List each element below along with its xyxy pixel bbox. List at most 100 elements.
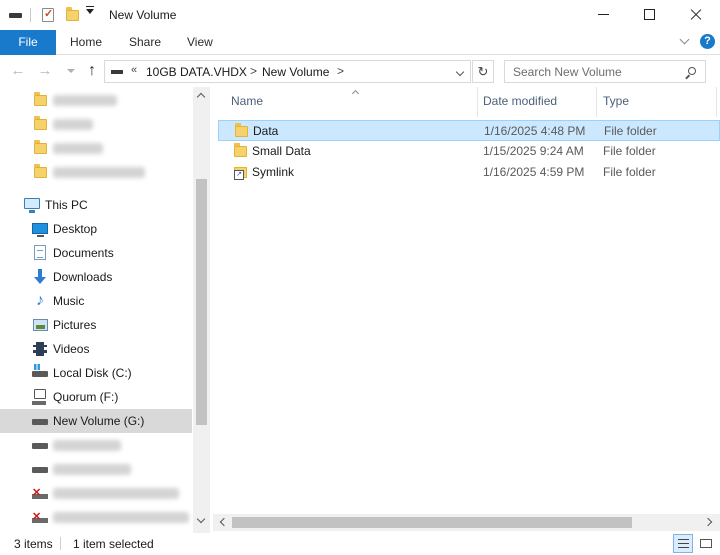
address-bar[interactable]: « 10GB DATA.VHDX > New Volume > <box>104 60 471 83</box>
search-input[interactable]: Search New Volume <box>504 60 706 83</box>
address-history-chevron-icon[interactable] <box>457 69 465 77</box>
scrollbar-thumb[interactable] <box>196 179 207 425</box>
quick-access-item[interactable] <box>0 88 192 112</box>
folder-icon <box>234 123 250 138</box>
tab-view[interactable]: View <box>187 30 213 55</box>
recent-locations-dropdown[interactable] <box>67 69 75 73</box>
breadcrumb-separator[interactable]: > <box>250 64 257 78</box>
column-divider[interactable] <box>716 87 717 117</box>
folder-icon <box>32 140 48 156</box>
documents-icon <box>32 245 48 261</box>
toolbar-divider <box>30 8 31 22</box>
sidebar-item-label: Documents <box>53 246 114 260</box>
sidebar-item-disconnected-drive[interactable] <box>0 481 192 505</box>
quick-access-item[interactable] <box>0 160 192 184</box>
drive-icon <box>32 461 48 477</box>
properties-icon[interactable]: ✓ <box>41 7 55 23</box>
breadcrumb-separator[interactable]: > <box>337 64 344 78</box>
minimize-button[interactable] <box>581 0 627 30</box>
sidebar-item-label: Desktop <box>53 222 98 236</box>
scrollbar-thumb[interactable] <box>232 517 632 528</box>
sidebar-item-local-disk[interactable]: Local Disk (C:) <box>0 361 192 385</box>
sidebar-item-videos[interactable]: Videos <box>0 337 192 361</box>
scroll-left-arrow-icon[interactable] <box>218 518 226 526</box>
column-divider[interactable] <box>477 87 478 117</box>
sidebar-item-downloads[interactable]: Downloads <box>0 265 192 289</box>
sidebar-item-new-volume[interactable]: New Volume (G:) <box>0 409 192 433</box>
sidebar-item-quorum[interactable]: Quorum (F:) <box>0 385 192 409</box>
up-button[interactable]: ↑ <box>84 63 100 79</box>
navigation-scrollbar[interactable] <box>193 87 210 534</box>
sidebar-item-drive[interactable] <box>0 433 192 457</box>
redacted-label <box>53 167 145 178</box>
new-folder-icon[interactable] <box>64 7 80 23</box>
scroll-right-arrow-icon[interactable] <box>705 518 713 526</box>
sidebar-item-pictures[interactable]: Pictures <box>0 313 192 337</box>
large-icons-view-icon[interactable] <box>697 535 715 552</box>
column-header-name[interactable]: Name <box>231 94 263 108</box>
quick-access-item[interactable] <box>0 136 192 160</box>
sidebar-item-this-pc[interactable]: This PC <box>0 193 192 217</box>
forward-button[interactable]: → <box>37 63 53 79</box>
folder-icon <box>32 164 48 180</box>
drive-icon <box>32 413 48 429</box>
file-date: 1/16/2025 4:59 PM <box>483 165 585 179</box>
search-icon[interactable] <box>685 67 696 80</box>
refresh-button[interactable]: ↻ <box>472 60 494 83</box>
breadcrumb-segment[interactable]: New Volume <box>262 65 329 79</box>
status-divider <box>60 537 61 550</box>
pictures-icon <box>32 317 48 333</box>
music-icon: ♪ <box>36 292 44 309</box>
breadcrumb-segment[interactable]: 10GB DATA.VHDX <box>146 65 247 79</box>
maximize-button[interactable] <box>627 0 673 30</box>
tab-home[interactable]: Home <box>70 30 102 55</box>
quick-access-item[interactable] <box>0 112 192 136</box>
sidebar-item-label: Videos <box>53 342 90 356</box>
address-overflow[interactable]: « <box>131 64 137 76</box>
search-placeholder: Search New Volume <box>513 65 622 79</box>
file-row[interactable]: Small Data 1/15/2025 9:24 AM File folder <box>218 141 720 162</box>
scroll-down-arrow-icon[interactable] <box>197 516 205 524</box>
selection-count: 1 item selected <box>73 537 154 551</box>
scroll-up-arrow-icon[interactable] <box>197 91 205 99</box>
help-icon[interactable]: ? <box>700 34 715 49</box>
file-list: Name Date modified Type Data 1/16/2025 4… <box>213 87 720 534</box>
window-title: New Volume <box>109 8 177 22</box>
sidebar-item-label: Downloads <box>53 270 113 284</box>
item-count: 3 items <box>14 537 53 551</box>
close-button[interactable] <box>673 0 719 30</box>
column-header-date[interactable]: Date modified <box>483 94 557 108</box>
drive-icon <box>111 70 123 74</box>
downloads-icon <box>32 269 48 285</box>
details-view-icon[interactable] <box>673 534 693 553</box>
drive-icon <box>32 437 48 453</box>
file-type: File folder <box>603 165 656 179</box>
sidebar-item-disconnected-drive[interactable] <box>0 505 192 529</box>
expand-ribbon-chevron-icon[interactable] <box>680 35 690 45</box>
customize-toolbar-dropdown[interactable] <box>86 9 94 14</box>
drive-icon[interactable] <box>9 7 23 23</box>
redacted-label <box>53 95 117 106</box>
file-row[interactable]: Symlink 1/16/2025 4:59 PM File folder <box>218 162 720 183</box>
local-disk-icon <box>32 364 48 381</box>
folder-icon <box>32 92 48 108</box>
sidebar-item-label: New Volume (G:) <box>53 414 145 428</box>
disconnected-drive-icon <box>32 485 48 501</box>
column-header-type[interactable]: Type <box>603 94 629 108</box>
ribbon: File Home Share View ? <box>0 30 720 55</box>
tab-file[interactable]: File <box>0 30 56 55</box>
file-row[interactable]: Data 1/16/2025 4:48 PM File folder <box>218 120 720 141</box>
column-divider[interactable] <box>596 87 597 117</box>
navigation-pane: This PC Desktop Documents Downloads ♪ Mu… <box>0 87 210 534</box>
horizontal-scrollbar[interactable] <box>213 514 720 531</box>
sidebar-item-drive[interactable] <box>0 457 192 481</box>
sidebar-item-music[interactable]: ♪ Music <box>0 289 192 313</box>
redacted-label <box>53 512 189 523</box>
sidebar-item-documents[interactable]: Documents <box>0 241 192 265</box>
this-pc-icon <box>24 197 40 213</box>
sidebar-item-desktop[interactable]: Desktop <box>0 217 192 241</box>
sidebar-item-label: Quorum (F:) <box>53 390 119 404</box>
tab-share[interactable]: Share <box>129 30 161 55</box>
back-button[interactable]: ← <box>10 63 26 79</box>
file-date: 1/16/2025 4:48 PM <box>484 124 586 138</box>
